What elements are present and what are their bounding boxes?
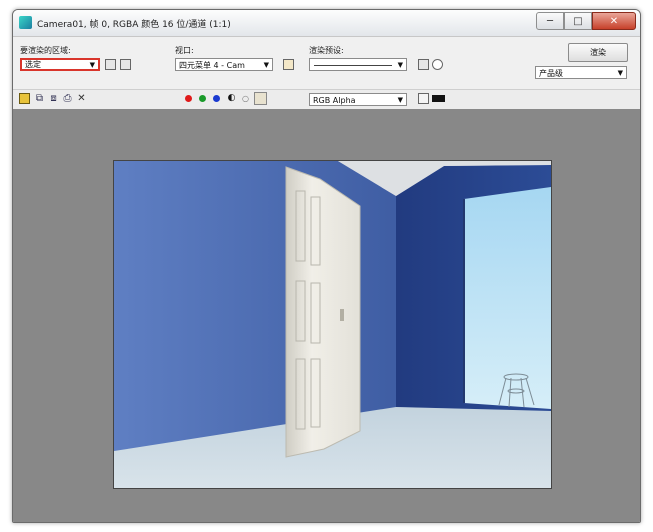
rendered-frame-area — [13, 109, 640, 522]
render-button[interactable]: 渲染 — [568, 43, 628, 62]
app-icon — [19, 16, 32, 29]
toggle-ui-overlay-icon[interactable] — [418, 93, 429, 104]
frame-toolbar: ⧉ ⧈ ⎙ ✕ ◐ ○ RGB Alpha ▼ — [13, 89, 640, 110]
maximize-button[interactable]: □ — [564, 12, 592, 30]
render-mode-value: 产品级 — [539, 69, 563, 78]
lock-viewport-icon[interactable] — [283, 59, 294, 70]
viewport-dropdown[interactable]: 四元菜单 4 - Cam ▼ — [175, 58, 273, 71]
display-channel-dropdown[interactable]: RGB Alpha ▼ — [309, 93, 407, 106]
toggle-ui-icon[interactable] — [432, 95, 445, 102]
alpha-channel-icon[interactable]: ◐ — [226, 93, 237, 104]
minimize-button[interactable]: ─ — [536, 12, 564, 30]
area-to-render-label: 要渲染的区域: — [20, 46, 71, 55]
chevron-down-icon: ▼ — [89, 61, 95, 69]
swatch-icon[interactable] — [254, 92, 267, 105]
save-image-icon[interactable] — [19, 93, 30, 104]
chevron-down-icon: ▼ — [263, 61, 269, 69]
title-bar[interactable]: Camera01, 帧 0, RGBA 颜色 16 位/通道 (1:1) ─ □… — [13, 10, 640, 37]
display-channel-value: RGB Alpha — [313, 96, 356, 105]
green-channel-toggle[interactable] — [199, 95, 206, 102]
red-channel-toggle[interactable] — [185, 95, 192, 102]
clone-window-icon[interactable]: ⧈ — [48, 93, 59, 104]
monochrome-icon[interactable]: ○ — [240, 93, 251, 104]
preset-line — [314, 65, 392, 66]
window-controls: ─ □ ✕ — [536, 12, 636, 30]
render-controls-panel: 要渲染的区域: 选定 ▼ 视口: 四元菜单 4 - Cam ▼ 渲染预设: ▼ … — [13, 37, 640, 89]
render-preset-dropdown[interactable]: ▼ — [309, 58, 407, 71]
blue-channel-toggle[interactable] — [213, 95, 220, 102]
copy-image-icon[interactable]: ⧉ — [34, 93, 45, 104]
rendered-image — [113, 160, 552, 489]
render-mode-dropdown[interactable]: 产品级 ▼ — [535, 66, 627, 79]
chevron-down-icon: ▼ — [397, 96, 403, 104]
chevron-down-icon: ▼ — [397, 61, 403, 69]
clear-icon[interactable]: ✕ — [76, 93, 87, 104]
viewport-value: 四元菜单 4 - Cam — [179, 61, 245, 70]
close-button[interactable]: ✕ — [592, 12, 636, 30]
room-render — [114, 161, 551, 488]
auto-region-icon[interactable] — [120, 59, 131, 70]
render-setup-icon[interactable] — [418, 59, 429, 70]
viewport-label: 视口: — [175, 46, 194, 55]
render-frame-window: Camera01, 帧 0, RGBA 颜色 16 位/通道 (1:1) ─ □… — [12, 9, 641, 523]
door — [285, 166, 361, 458]
window-opening — [464, 187, 551, 409]
environment-icon[interactable] — [432, 59, 443, 70]
door-handle — [340, 309, 344, 321]
edit-region-icon[interactable] — [105, 59, 116, 70]
chevron-down-icon: ▼ — [617, 69, 623, 77]
render-preset-label: 渲染预设: — [309, 46, 344, 55]
area-to-render-dropdown[interactable]: 选定 ▼ — [20, 58, 100, 71]
window-title: Camera01, 帧 0, RGBA 颜色 16 位/通道 (1:1) — [37, 20, 231, 30]
print-icon[interactable]: ⎙ — [62, 93, 73, 104]
area-to-render-value: 选定 — [25, 60, 41, 69]
